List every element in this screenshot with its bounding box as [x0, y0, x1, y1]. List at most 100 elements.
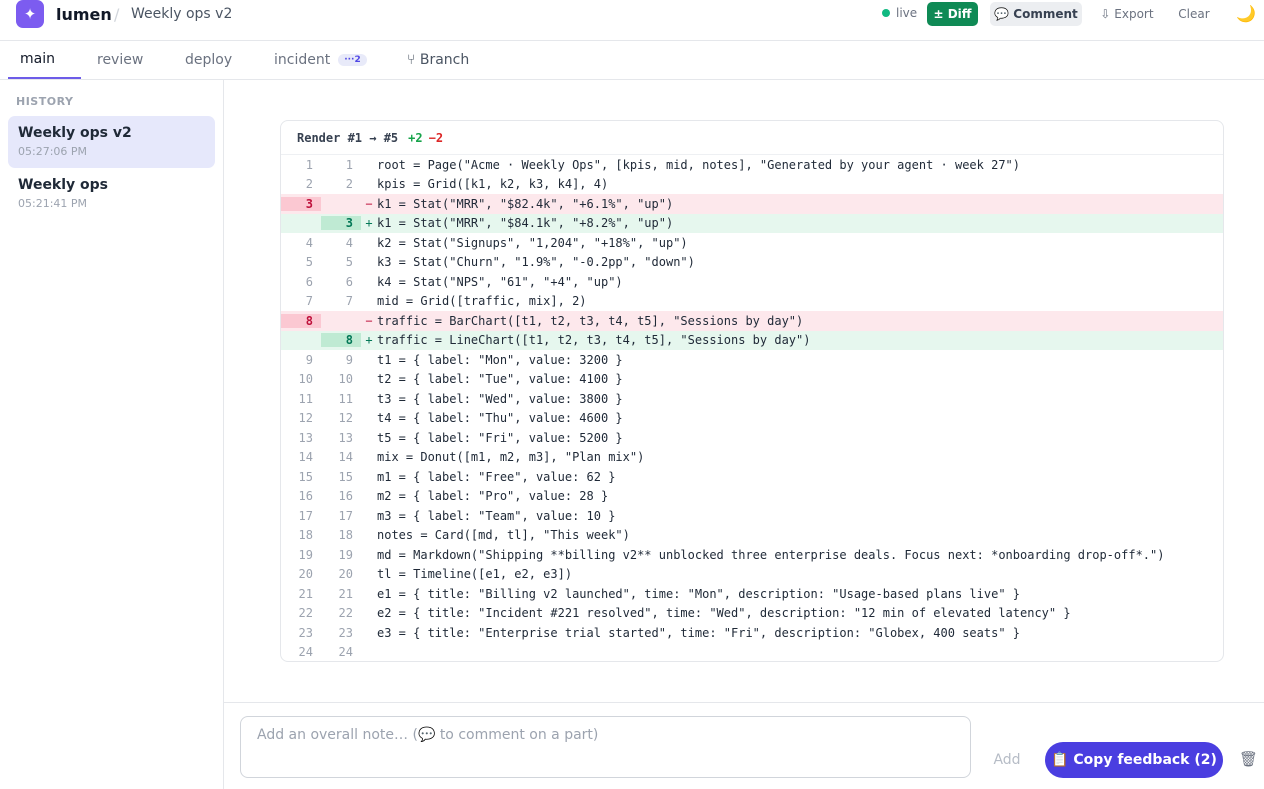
diff-row[interactable]: 20 20 tl = Timeline([e1, e2, e3])	[281, 565, 1223, 585]
app-logo-icon: ✦	[16, 0, 44, 28]
new-line-number: 1	[345, 157, 353, 172]
diff-row[interactable]: 10 10 t2 = { label: "Tue", value: 4100 }	[281, 370, 1223, 390]
diff-row-added[interactable]: 8 + traffic = LineChart([t1, t2, t3, t4, t…	[281, 330, 1223, 350]
live-dot-icon	[882, 9, 890, 17]
old-line-number: 7	[305, 294, 313, 309]
new-line-number: 3	[321, 216, 361, 231]
history-item[interactable]: Weekly ops v2 05:27:06 PM	[8, 116, 215, 168]
diff-row[interactable]: 11 11 t3 = { label: "Wed", value: 3800 }	[281, 389, 1223, 409]
diff-row-removed[interactable]: 8 − traffic = BarChart([t1, t2, t3, t4, t5…	[281, 311, 1223, 331]
code-text: e2 = { title: "Incident #221 resolved", …	[377, 606, 1071, 621]
export-button[interactable]: ⇩ Export	[1096, 2, 1158, 26]
gutter	[361, 489, 377, 503]
code-text: e1 = { title: "Billing v2 launched", tim…	[377, 586, 1020, 601]
code-text: m1 = { label: "Free", value: 62 }	[377, 469, 616, 484]
code-text: traffic = LineChart([t1, t2, t3, t4, t5]…	[377, 333, 811, 348]
clear-button[interactable]: Clear	[1174, 2, 1214, 26]
old-line-number: 4	[305, 235, 313, 250]
gutter	[361, 606, 377, 620]
diff-row-added[interactable]: 3 + k1 = Stat("MRR", "$84.1k", "+8.2%", "u…	[281, 213, 1223, 233]
branch-button[interactable]: ⑂ Branch	[407, 41, 469, 79]
old-line-number: 13	[298, 430, 313, 445]
code-text: m2 = { label: "Pro", value: 28 }	[377, 489, 609, 504]
new-line-number: 5	[345, 255, 353, 270]
diff-row[interactable]: 12 12 t4 = { label: "Thu", value: 4600 }	[281, 409, 1223, 429]
diff-row-removed[interactable]: 3 − k1 = Stat("MRR", "$82.4k", "+6.1%", "u…	[281, 194, 1223, 214]
new-line-number: 20	[338, 567, 353, 582]
trash-icon[interactable]: 🗑	[1239, 750, 1258, 768]
code-text: mix = Donut([m1, m2, m3], "Plan mix")	[377, 450, 645, 465]
live-label: live	[896, 6, 918, 20]
old-line-number: 22	[298, 606, 313, 621]
old-line-number: 19	[298, 547, 313, 562]
diff-row[interactable]: 21 21 e1 = { title: "Billing v2 launched"…	[281, 584, 1223, 604]
gutter	[361, 470, 377, 484]
diff-row[interactable]: 22 22 e2 = { title: "Incident #221 resolv…	[281, 604, 1223, 624]
added-count: +2	[408, 130, 423, 145]
diff-row[interactable]: 4 4 k2 = Stat("Signups", "1,204", "+18%",…	[281, 233, 1223, 253]
live-status: live	[882, 6, 917, 20]
diff-row[interactable]: 13 13 t5 = { label: "Fri", value: 5200 }	[281, 428, 1223, 448]
diff-button[interactable]: ± Diff	[927, 2, 978, 26]
code-text: mid = Grid([traffic, mix], 2)	[377, 294, 587, 309]
tab-deploy[interactable]: deploy	[185, 41, 232, 79]
diff-row[interactable]: 7 7 mid = Grid([traffic, mix], 2)	[281, 292, 1223, 312]
overall-note-input[interactable]	[240, 716, 971, 778]
old-line-number: 16	[298, 489, 313, 504]
branch-tabs: main review deploy incident ···2 ⑂ Branc…	[0, 41, 1264, 80]
gutter	[361, 587, 377, 601]
diff-row[interactable]: 6 6 k4 = Stat("NPS", "61", "+4", "up")	[281, 272, 1223, 292]
add-note-button[interactable]: Add	[981, 744, 1033, 776]
gutter	[361, 450, 377, 464]
diff-row[interactable]: 1 1 root = Page("Acme · Weekly Ops", [kpi…	[281, 155, 1223, 175]
tab-incident[interactable]: incident ···2	[274, 41, 367, 79]
new-line-number: 11	[338, 391, 353, 406]
old-line-number: 21	[298, 586, 313, 601]
tab-main[interactable]: main	[8, 41, 81, 79]
old-line-number: 1	[305, 157, 313, 172]
diff-row[interactable]: 16 16 m2 = { label: "Pro", value: 28 }	[281, 487, 1223, 507]
gutter	[361, 411, 377, 425]
tab-label: review	[97, 52, 144, 68]
diff-row[interactable]: 5 5 k3 = Stat("Churn", "1.9%", "-0.2pp", …	[281, 253, 1223, 273]
new-line-number: 13	[338, 430, 353, 445]
gutter	[361, 626, 377, 640]
minus-marker: −	[365, 313, 373, 328]
diff-row[interactable]: 2 2 kpis = Grid([k1, k2, k3, k4], 4)	[281, 175, 1223, 195]
removed-count: −2	[428, 130, 444, 145]
diff-row[interactable]: 15 15 m1 = { label: "Free", value: 62 }	[281, 467, 1223, 487]
gutter	[361, 255, 377, 269]
history-item-time: 05:21:41 PM	[18, 197, 88, 210]
code-text: m3 = { label: "Team", value: 10 }	[377, 508, 616, 523]
theme-toggle-moon-icon[interactable]: 🌙	[1236, 4, 1256, 23]
code-text: kpis = Grid([k1, k2, k3, k4], 4)	[377, 177, 609, 192]
top-bar: ✦ lumen / Weekly ops v2 live ± Diff 💬 Co…	[0, 0, 1264, 41]
comment-count-badge: ···2	[338, 54, 367, 66]
diff-row[interactable]: 18 18 notes = Card([md, tl], "This week")	[281, 526, 1223, 546]
comment-button[interactable]: 💬 Comment	[990, 2, 1082, 26]
tab-review[interactable]: review	[97, 41, 143, 79]
code-text: k2 = Stat("Signups", "1,204", "+18%", "u…	[377, 235, 688, 250]
diff-row[interactable]: 24 24	[281, 643, 1223, 662]
gutter	[361, 392, 377, 406]
new-line-number: 12	[338, 411, 353, 426]
new-line-number: 17	[338, 508, 353, 523]
history-item-name: Weekly ops	[18, 177, 109, 193]
gutter	[361, 275, 377, 289]
diff-row[interactable]: 9 9 t1 = { label: "Mon", value: 3200 }	[281, 350, 1223, 370]
diff-row[interactable]: 23 23 e3 = { title: "Enterprise trial sta…	[281, 623, 1223, 643]
plus-marker: +	[365, 216, 373, 231]
old-line-number: 14	[298, 450, 313, 465]
diff-row[interactable]: 19 19 md = Markdown("Shipping **billing v…	[281, 545, 1223, 565]
diff-row[interactable]: 17 17 m3 = { label: "Team", value: 10 }	[281, 506, 1223, 526]
code-text: tl = Timeline([e1, e2, e3])	[377, 567, 573, 582]
diff-row[interactable]: 14 14 mix = Donut([m1, m2, m3], "Plan mix…	[281, 448, 1223, 468]
code-text: k4 = Stat("NPS", "61", "+4", "up")	[377, 274, 623, 289]
new-line-number: 2	[345, 177, 353, 192]
new-line-number: 7	[345, 294, 353, 309]
copy-feedback-button[interactable]: 📋 Copy feedback (2)	[1045, 742, 1223, 778]
old-line-number: 24	[298, 645, 313, 660]
old-line-number: 10	[298, 372, 313, 387]
old-line-number: 5	[305, 255, 313, 270]
history-item[interactable]: Weekly ops 05:21:41 PM	[8, 168, 215, 220]
